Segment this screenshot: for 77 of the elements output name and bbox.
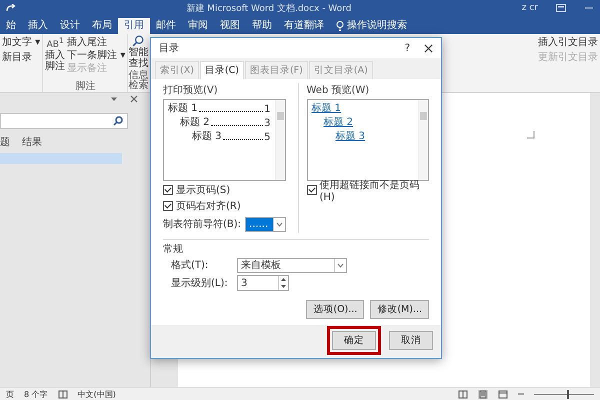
cancel-button[interactable]: 取消	[389, 331, 433, 350]
word-count[interactable]: 8 个字	[24, 388, 48, 400]
ribbon-item[interactable]: 插入尾注	[67, 36, 126, 49]
margin-mark	[527, 131, 535, 139]
dialog-title: 目录	[159, 42, 179, 55]
levels-spinner[interactable]: 3	[237, 275, 289, 291]
print-layout-icon[interactable]	[478, 390, 488, 398]
search-field[interactable]	[0, 113, 128, 129]
help-button[interactable]: ?	[404, 42, 410, 54]
redo-icon[interactable]	[6, 4, 16, 12]
language[interactable]: 中文(中国)	[78, 388, 116, 400]
search-icon	[113, 116, 123, 126]
group-label: 信息检索	[128, 71, 148, 91]
page-number: 5	[264, 132, 270, 143]
heading-link[interactable]: 标题 3	[336, 129, 366, 143]
format-label: 格式(T):	[171, 258, 210, 272]
ok-button[interactable]: 确定	[332, 331, 376, 350]
group-label: 脚注	[74, 81, 96, 92]
section-heading: 常规	[163, 242, 184, 256]
levels-label: 显示级别(L):	[171, 277, 229, 290]
navigation-tab[interactable]: 题	[0, 135, 10, 149]
chevron-down-icon	[272, 218, 284, 230]
ribbon-item[interactable]: 新目录	[2, 51, 40, 64]
user-name[interactable]: z cr	[522, 3, 538, 13]
page-number: 1	[264, 104, 270, 115]
ribbon-tab[interactable]: 插入	[22, 18, 54, 34]
ribbon-display-icon[interactable]	[556, 4, 566, 12]
ribbon-tab[interactable]: 布局	[86, 18, 118, 34]
checkbox[interactable]	[306, 185, 316, 195]
chevron-down-icon	[334, 258, 346, 272]
checkbox[interactable]	[163, 201, 173, 211]
checkbox-label: 使用超链接而不是页码(H)	[320, 178, 420, 202]
preview-heading: 标题 1	[168, 102, 198, 115]
book-icon[interactable]	[58, 390, 68, 398]
navigation-tab[interactable]: 结果	[22, 135, 42, 149]
ribbon-tab[interactable]: 有道翻译	[278, 18, 330, 34]
spinner-arrows-icon[interactable]	[278, 276, 288, 290]
dropdown-icon[interactable]	[110, 95, 118, 103]
ribbon-tab[interactable]: 引用	[118, 18, 150, 34]
format-dropdown[interactable]: 来自模板	[237, 258, 347, 272]
preview-heading: 标题 2	[180, 116, 210, 129]
tell-me-search[interactable]: 操作说明搜索	[347, 18, 407, 34]
dialog-tab[interactable]: 目录(C)	[200, 61, 244, 79]
ribbon-tab[interactable]: 设计	[54, 18, 86, 34]
close-icon[interactable]	[424, 44, 433, 52]
ribbon-item[interactable]: 插入引文目录	[538, 36, 598, 49]
heading-link[interactable]: 标题 1	[312, 101, 342, 115]
insert-footnote-button[interactable]: 插入脚注	[45, 50, 66, 72]
ribbon-item[interactable]: 加文字 ▾	[2, 36, 40, 49]
ribbon-item[interactable]: 下一条脚注 ▾	[67, 49, 126, 62]
window-title: 新建 Microsoft Word 文档.docx - Word	[185, 2, 352, 14]
leader-label: 制表符前导符(B):	[163, 218, 242, 231]
heading-link[interactable]: 标题 2	[324, 115, 354, 129]
ribbon-tab[interactable]: 邮件	[150, 18, 182, 34]
preview-heading: 标题 3	[192, 130, 222, 143]
footnote-icon: AB$^{1}$	[46, 36, 64, 50]
page-number: 3	[264, 118, 270, 129]
options-button[interactable]: 选项(O)...	[306, 300, 364, 319]
smart-lookup-button[interactable]: 智能查找	[128, 47, 148, 69]
scrollbar[interactable]	[418, 100, 428, 180]
preview-label: Web 预览(W)	[306, 84, 370, 97]
preview-label: 打印预览(V)	[163, 84, 219, 97]
checkbox-label: 显示页码(S)	[176, 184, 230, 197]
ribbon-tab[interactable]: 始	[0, 18, 22, 34]
checkbox-label: 页码右对齐(R)	[176, 200, 241, 213]
lightbulb-icon	[336, 21, 344, 31]
ribbon-tab[interactable]: 审阅	[182, 18, 214, 34]
ribbon-tab[interactable]: 帮助	[246, 18, 278, 34]
checkbox[interactable]	[163, 185, 173, 195]
modify-button[interactable]: 修改(M)...	[370, 300, 429, 319]
ribbon-tab[interactable]: 视图	[214, 18, 246, 34]
scrollbar[interactable]	[274, 100, 284, 180]
page-count[interactable]: 页	[6, 388, 14, 400]
read-mode-icon[interactable]	[458, 390, 468, 398]
web-layout-icon[interactable]	[498, 390, 508, 398]
zoom-out-icon[interactable]	[518, 391, 524, 397]
leader-dropdown[interactable]: ......	[245, 216, 286, 232]
